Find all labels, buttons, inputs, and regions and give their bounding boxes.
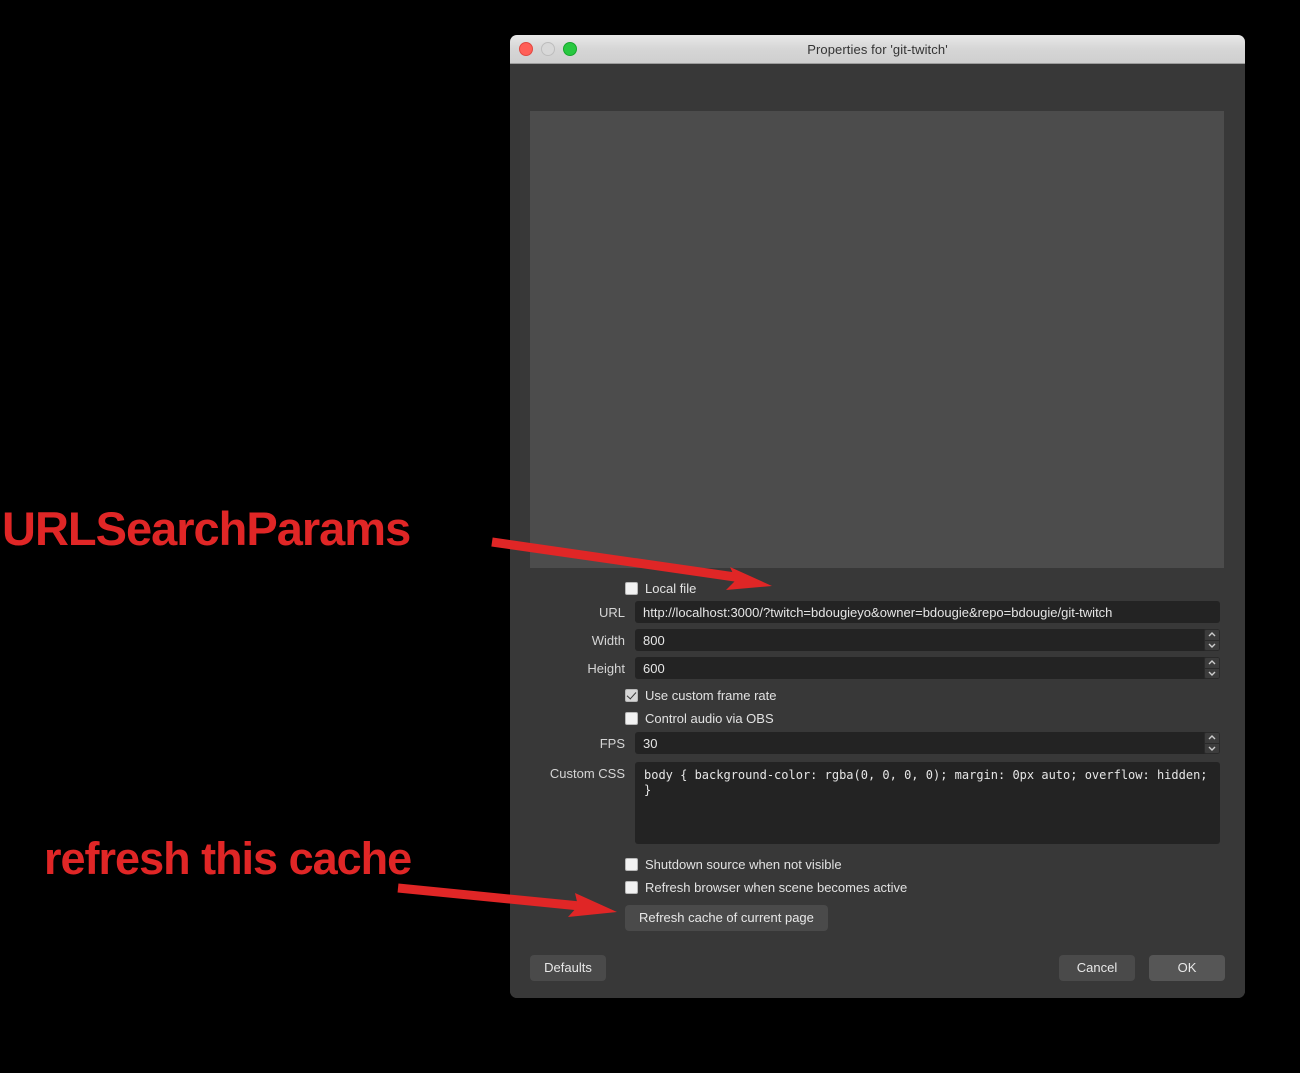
width-decrement-button[interactable] <box>1204 640 1220 651</box>
custom-css-row: Custom CSS body { background-color: rgba… <box>510 762 1245 844</box>
defaults-button[interactable]: Defaults <box>530 955 606 981</box>
close-window-button[interactable] <box>519 42 533 56</box>
fps-input[interactable]: 30 <box>635 732 1220 754</box>
height-stepper[interactable] <box>1204 657 1220 679</box>
refresh-browser-row[interactable]: Refresh browser when scene becomes activ… <box>510 877 1245 897</box>
annotation-refresh-this-cache: refresh this cache <box>44 833 412 884</box>
use-custom-frame-rate-checkbox[interactable] <box>625 688 638 702</box>
height-label: Height <box>587 660 625 676</box>
url-input[interactable]: http://localhost:3000/?twitch=bdougieyo&… <box>635 601 1220 623</box>
height-row: Height 600 <box>510 657 1245 679</box>
refresh-cache-button[interactable]: Refresh cache of current page <box>625 905 828 931</box>
chevron-up-icon <box>1208 660 1216 665</box>
control-audio-via-obs-label: Control audio via OBS <box>645 710 774 726</box>
local-file-label: Local file <box>645 580 697 596</box>
local-file-row[interactable]: Local file <box>510 578 1245 598</box>
url-label: URL <box>598 604 625 620</box>
custom-css-label: Custom CSS <box>549 766 625 781</box>
zoom-window-button[interactable] <box>563 42 577 56</box>
dialog-footer: Defaults Cancel OK <box>510 955 1245 981</box>
fps-row: FPS 30 <box>510 732 1245 754</box>
chevron-up-icon <box>1208 735 1216 740</box>
chevron-up-icon <box>1208 632 1216 637</box>
use-custom-frame-rate-label: Use custom frame rate <box>645 687 777 703</box>
width-label: Width <box>591 632 625 648</box>
minimize-window-button[interactable] <box>541 42 555 56</box>
height-value: 600 <box>643 660 665 676</box>
properties-dialog-window: Properties for 'git-twitch' Local file U… <box>510 35 1245 998</box>
properties-form: Local file URL http://localhost:3000/?tw… <box>510 578 1245 931</box>
control-audio-via-obs-row[interactable]: Control audio via OBS <box>510 708 1245 728</box>
ok-button[interactable]: OK <box>1149 955 1225 981</box>
annotation-urlsearchparams: URLSearchParams <box>2 502 411 555</box>
fps-increment-button[interactable] <box>1204 732 1220 744</box>
control-audio-via-obs-checkbox[interactable] <box>625 711 638 725</box>
browser-source-preview <box>530 111 1224 568</box>
refresh-browser-label: Refresh browser when scene becomes activ… <box>645 879 908 895</box>
chevron-down-icon <box>1208 643 1216 648</box>
width-input[interactable]: 800 <box>635 629 1220 651</box>
chevron-down-icon <box>1208 746 1216 751</box>
height-input[interactable]: 600 <box>635 657 1220 679</box>
height-decrement-button[interactable] <box>1204 668 1220 679</box>
fps-decrement-button[interactable] <box>1204 743 1220 754</box>
fps-value: 30 <box>643 735 658 751</box>
fps-label: FPS <box>599 735 625 751</box>
chevron-down-icon <box>1208 671 1216 676</box>
shutdown-source-label: Shutdown source when not visible <box>645 856 842 872</box>
refresh-cache-row: Refresh cache of current page <box>510 905 1245 931</box>
window-title: Properties for 'git-twitch' <box>807 41 948 57</box>
local-file-checkbox[interactable] <box>625 581 638 595</box>
width-stepper[interactable] <box>1204 629 1220 651</box>
width-row: Width 800 <box>510 629 1245 651</box>
shutdown-source-checkbox[interactable] <box>625 857 638 871</box>
height-increment-button[interactable] <box>1204 657 1220 669</box>
url-row: URL http://localhost:3000/?twitch=bdougi… <box>510 601 1245 623</box>
fps-stepper[interactable] <box>1204 732 1220 754</box>
width-value: 800 <box>643 632 665 648</box>
window-traffic-lights <box>519 35 577 63</box>
window-titlebar[interactable]: Properties for 'git-twitch' <box>510 35 1245 64</box>
url-value: http://localhost:3000/?twitch=bdougieyo&… <box>643 604 1113 620</box>
custom-css-textarea[interactable]: body { background-color: rgba(0, 0, 0, 0… <box>635 762 1220 844</box>
refresh-browser-checkbox[interactable] <box>625 880 638 894</box>
dialog-body: Local file URL http://localhost:3000/?tw… <box>510 64 1245 998</box>
cancel-button[interactable]: Cancel <box>1059 955 1135 981</box>
width-increment-button[interactable] <box>1204 629 1220 641</box>
use-custom-frame-rate-row[interactable]: Use custom frame rate <box>510 685 1245 705</box>
shutdown-source-row[interactable]: Shutdown source when not visible <box>510 854 1245 874</box>
